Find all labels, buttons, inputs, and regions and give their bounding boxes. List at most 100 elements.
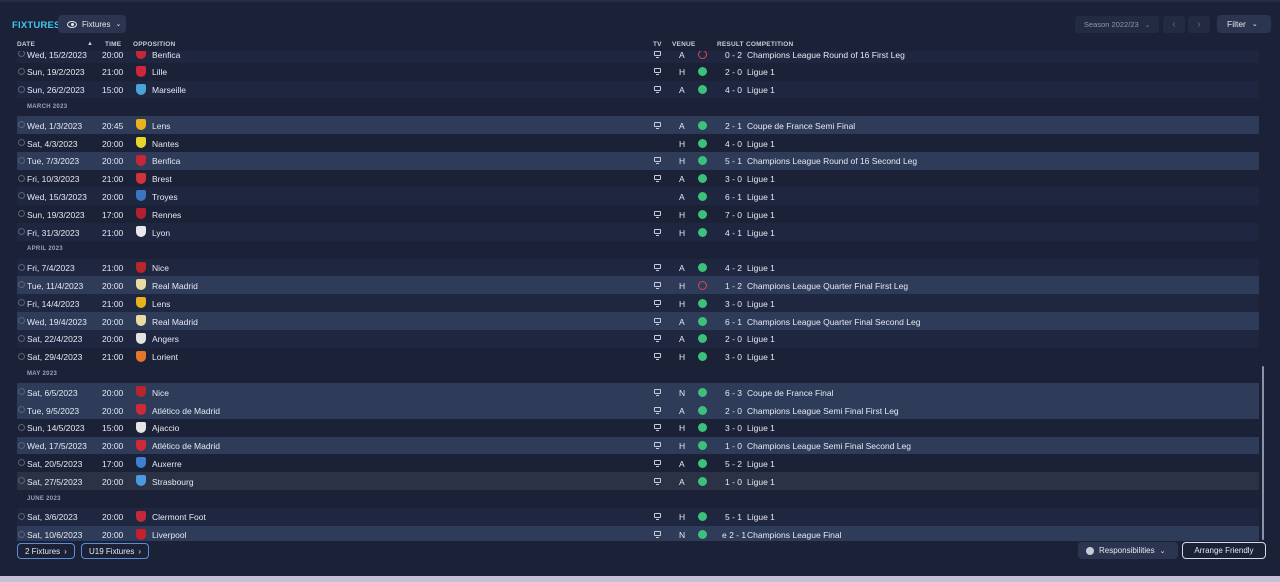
- fixture-competition[interactable]: Champions League Round of 16 Second Leg: [747, 156, 917, 166]
- fixture-row[interactable]: Sun, 19/2/2023 21:00 Lille H 2 - 0 Ligue 1: [17, 62, 1259, 81]
- fixture-result[interactable]: 1 - 0: [722, 441, 742, 451]
- filter-button[interactable]: Filter ⌄: [1217, 15, 1271, 33]
- fixture-competition[interactable]: Champions League Quarter Final First Leg: [747, 281, 908, 291]
- fixture-row[interactable]: Wed, 19/4/2023 20:00 Real Madrid A 6 - 1 Cham…: [17, 312, 1259, 330]
- fixture-result[interactable]: e 2 - 1: [722, 530, 746, 540]
- fixture-row[interactable]: Sat, 29/4/2023 21:00 Lorient H 3 - 0 Ligue 1: [17, 347, 1259, 366]
- fixture-competition[interactable]: Champions League Semi Final Second Leg: [747, 441, 911, 451]
- fixture-result[interactable]: 3 - 0: [722, 423, 742, 433]
- fixture-competition[interactable]: Ligue 1: [747, 334, 775, 344]
- fixture-result[interactable]: 7 - 0: [722, 210, 742, 220]
- fixture-opposition[interactable]: Ajaccio: [152, 423, 179, 433]
- fixture-result[interactable]: 2 - 0: [722, 334, 742, 344]
- fixture-result[interactable]: 6 - 3: [722, 388, 742, 398]
- fixture-competition[interactable]: Ligue 1: [747, 228, 775, 238]
- fixture-row[interactable]: Sat, 3/6/2023 20:00 Clermont Foot H 5 - 1 Lig…: [17, 507, 1259, 526]
- arrange-friendly-button[interactable]: Arrange Friendly: [1182, 542, 1266, 559]
- fixture-opposition[interactable]: Real Madrid: [152, 281, 198, 291]
- fixture-competition[interactable]: Coupe de France Semi Final: [747, 121, 855, 131]
- column-header-time[interactable]: TIME: [105, 41, 121, 48]
- fixture-result[interactable]: 5 - 1: [722, 156, 742, 166]
- fixture-competition[interactable]: Ligue 1: [747, 299, 775, 309]
- fixture-result[interactable]: 5 - 1: [722, 512, 742, 522]
- column-header-opposition[interactable]: OPPOSITION: [133, 41, 175, 48]
- fixture-opposition[interactable]: Strasbourg: [152, 477, 194, 487]
- view-selector-button[interactable]: Fixtures ⌄: [58, 15, 126, 33]
- fixture-competition[interactable]: Champions League Quarter Final Second Le…: [747, 317, 920, 327]
- fixture-row[interactable]: Sat, 22/4/2023 20:00 Angers A 2 - 0 Ligue 1: [17, 329, 1259, 348]
- fixture-row[interactable]: Sat, 27/5/2023 20:00 Strasbourg A 1 - 0 Ligue…: [17, 472, 1259, 490]
- fixture-opposition[interactable]: Real Madrid: [152, 317, 198, 327]
- fixture-row[interactable]: Fri, 10/3/2023 21:00 Brest A 3 - 0 Ligue 1: [17, 169, 1259, 188]
- column-header-date[interactable]: DATE: [17, 41, 35, 48]
- fixture-competition[interactable]: Ligue 1: [747, 85, 775, 95]
- fixture-opposition[interactable]: Angers: [152, 334, 179, 344]
- fixture-opposition[interactable]: Nice: [152, 388, 169, 398]
- responsibilities-button[interactable]: Responsibilities ⌄: [1078, 542, 1178, 559]
- fixture-competition[interactable]: Ligue 1: [747, 477, 775, 487]
- fixtures-link-button[interactable]: 2 Fixtures ›: [17, 543, 75, 559]
- fixture-opposition[interactable]: Lyon: [152, 228, 170, 238]
- fixture-opposition[interactable]: Auxerre: [152, 459, 182, 469]
- fixture-row[interactable]: Sat, 20/5/2023 17:00 Auxerre A 5 - 2 Ligue 1: [17, 454, 1259, 473]
- fixture-competition[interactable]: Coupe de France Final: [747, 388, 833, 398]
- fixture-competition[interactable]: Ligue 1: [747, 139, 775, 149]
- column-header-result[interactable]: RESULT: [717, 41, 744, 48]
- fixture-row[interactable]: Sun, 19/3/2023 17:00 Rennes H 7 - 0 Ligue 1: [17, 205, 1259, 223]
- fixture-row[interactable]: Sat, 10/6/2023 20:00 Liverpool Ne 2 - 1 Cham…: [17, 525, 1259, 541]
- fixture-competition[interactable]: Champions League Semi Final First Leg: [747, 406, 899, 416]
- fixture-row[interactable]: Wed, 15/3/2023 20:00 Troyes A 6 - 1 Ligue 1: [17, 187, 1259, 206]
- fixture-competition[interactable]: Ligue 1: [747, 459, 775, 469]
- fixture-row[interactable]: Sun, 14/5/2023 15:00 Ajaccio H 3 - 0 Ligue 1: [17, 418, 1259, 437]
- fixture-result[interactable]: 4 - 1: [722, 228, 742, 238]
- fixture-opposition[interactable]: Lorient: [152, 352, 178, 362]
- fixture-row[interactable]: Sat, 4/3/2023 20:00 Nantes H 4 - 0 Ligue 1: [17, 134, 1259, 152]
- fixture-competition[interactable]: Ligue 1: [747, 174, 775, 184]
- next-season-button[interactable]: ›: [1188, 16, 1210, 33]
- fixture-result[interactable]: 4 - 2: [722, 263, 742, 273]
- fixture-result[interactable]: 1 - 2: [722, 281, 742, 291]
- sort-ascending-icon[interactable]: ▲: [87, 41, 93, 47]
- fixture-opposition[interactable]: Lens: [152, 299, 170, 309]
- fixture-row[interactable]: Sat, 6/5/2023 20:00 Nice N 6 - 3 Coupe de Fra…: [17, 383, 1259, 401]
- fixture-result[interactable]: 2 - 0: [722, 406, 742, 416]
- fixture-row[interactable]: Fri, 7/4/2023 21:00 Nice A 4 - 2 Ligue 1: [17, 258, 1259, 277]
- fixture-row[interactable]: Wed, 1/3/2023 20:45 Lens A 2 - 1 Coupe de Fra…: [17, 116, 1259, 134]
- fixture-opposition[interactable]: Liverpool: [152, 530, 187, 540]
- fixture-result[interactable]: 2 - 1: [722, 121, 742, 131]
- fixture-result[interactable]: 3 - 0: [722, 299, 742, 309]
- fixture-result[interactable]: 3 - 0: [722, 352, 742, 362]
- fixture-opposition[interactable]: Brest: [152, 174, 172, 184]
- fixture-competition[interactable]: Ligue 1: [747, 512, 775, 522]
- fixture-result[interactable]: 4 - 0: [722, 139, 742, 149]
- fixture-opposition[interactable]: Lens: [152, 121, 170, 131]
- fixture-competition[interactable]: Champions League Final: [747, 530, 842, 540]
- fixture-competition[interactable]: Champions League Round of 16 First Leg: [747, 51, 905, 60]
- season-selector[interactable]: Season 2022/23 ⌄: [1075, 16, 1159, 33]
- fixture-row[interactable]: Fri, 14/4/2023 21:00 Lens H 3 - 0 Ligue 1: [17, 294, 1259, 312]
- fixture-competition[interactable]: Ligue 1: [747, 423, 775, 433]
- fixture-row[interactable]: Tue, 9/5/2023 20:00 Atlético de Madrid A 2 -…: [17, 401, 1259, 419]
- fixture-competition[interactable]: Ligue 1: [747, 263, 775, 273]
- fixture-result[interactable]: 4 - 0: [722, 85, 742, 95]
- fixture-opposition[interactable]: Benfica: [152, 51, 180, 60]
- fixture-row[interactable]: Sun, 26/2/2023 15:00 Marseille A 4 - 0 Ligue …: [17, 80, 1259, 99]
- fixture-opposition[interactable]: Marseille: [152, 85, 186, 95]
- fixture-result[interactable]: 6 - 1: [722, 192, 742, 202]
- previous-season-button[interactable]: ‹: [1163, 16, 1185, 33]
- fixture-row[interactable]: Tue, 7/3/2023 20:00 Benfica H 5 - 1 Champions…: [17, 151, 1259, 170]
- fixture-opposition[interactable]: Lille: [152, 67, 167, 77]
- fixture-competition[interactable]: Ligue 1: [747, 352, 775, 362]
- fixture-opposition[interactable]: Atlético de Madrid: [152, 406, 220, 416]
- fixture-result[interactable]: 2 - 0: [722, 67, 742, 77]
- fixture-result[interactable]: 1 - 0: [722, 477, 742, 487]
- fixture-result[interactable]: 3 - 0: [722, 174, 742, 184]
- column-header-venue[interactable]: VENUE: [672, 41, 695, 48]
- fixture-competition[interactable]: Ligue 1: [747, 210, 775, 220]
- fixture-opposition[interactable]: Nantes: [152, 139, 179, 149]
- fixture-row[interactable]: Tue, 11/4/2023 20:00 Real Madrid H 1 - 2 Cham…: [17, 276, 1259, 295]
- fixture-result[interactable]: 6 - 1: [722, 317, 742, 327]
- fixture-opposition[interactable]: Atlético de Madrid: [152, 441, 220, 451]
- fixture-opposition[interactable]: Clermont Foot: [152, 512, 206, 522]
- fixture-result[interactable]: 5 - 2: [722, 459, 742, 469]
